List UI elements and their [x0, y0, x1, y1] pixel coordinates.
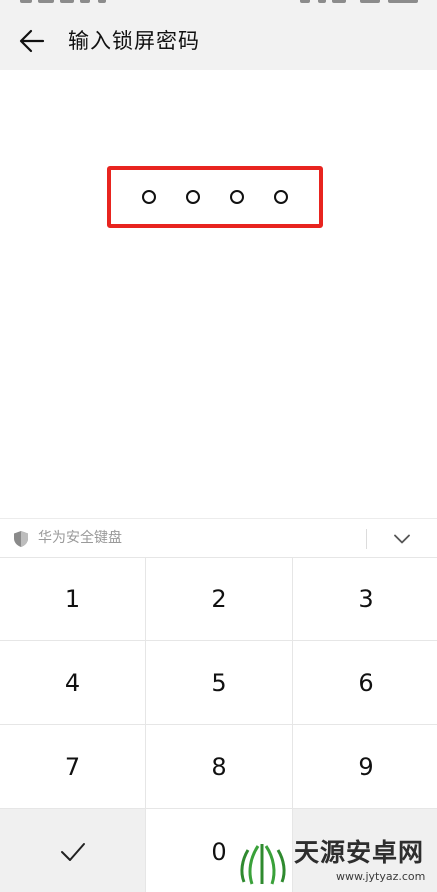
confirm-button[interactable]: [0, 809, 145, 892]
key-5[interactable]: 5: [146, 641, 292, 724]
chevron-down-icon: [394, 534, 410, 544]
pin-dot: [142, 190, 156, 204]
watermark-url: www.jytyaz.com: [336, 870, 426, 883]
watermark-brand: 天源安卓网: [294, 838, 425, 867]
pin-dots: [111, 170, 319, 224]
collapse-keyboard-button[interactable]: [382, 525, 422, 553]
back-button[interactable]: [12, 24, 52, 58]
pin-dot: [230, 190, 244, 204]
key-2[interactable]: 2: [146, 558, 292, 640]
checkmark-icon: [60, 843, 85, 861]
pin-entry-area: [0, 70, 437, 518]
shield-icon: [12, 530, 30, 548]
page-title: 输入锁屏密码: [68, 29, 200, 53]
pin-dot: [186, 190, 200, 204]
pin-dot: [274, 190, 288, 204]
key-4[interactable]: 4: [0, 641, 145, 724]
app-bar: 输入锁屏密码: [0, 0, 437, 70]
key-1[interactable]: 1: [0, 558, 145, 640]
arrow-left-icon: [19, 29, 45, 53]
key-3[interactable]: 3: [293, 558, 437, 640]
divider: [366, 529, 367, 549]
watermark: 天源安卓网 www.jytyaz.com: [238, 838, 434, 888]
pin-highlight-box: [107, 166, 323, 228]
key-6[interactable]: 6: [293, 641, 437, 724]
keyboard-header: 华为安全键盘: [0, 518, 437, 558]
watermark-logo: [240, 844, 286, 885]
key-8[interactable]: 8: [146, 725, 292, 808]
key-7[interactable]: 7: [0, 725, 145, 808]
keyboard-name: 华为安全键盘: [38, 530, 122, 546]
status-bar: [0, 0, 437, 6]
key-9[interactable]: 9: [293, 725, 437, 808]
